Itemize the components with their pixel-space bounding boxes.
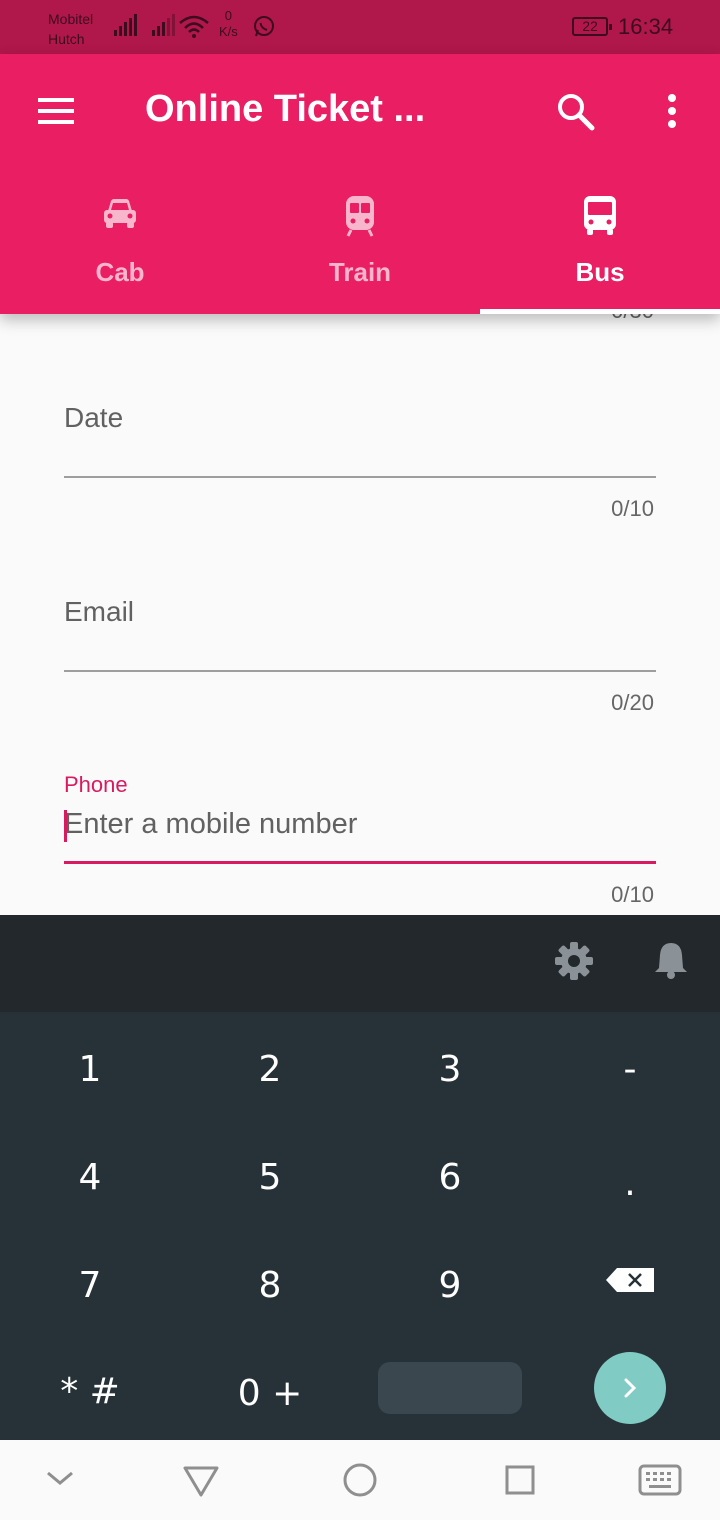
key-7[interactable]: 7 xyxy=(0,1232,180,1339)
signal-icon xyxy=(114,14,137,36)
date-underline xyxy=(64,476,656,478)
tab-label: Train xyxy=(328,257,392,287)
chevron-right-icon xyxy=(624,1378,637,1398)
date-field[interactable]: Date 0/10 xyxy=(64,396,656,526)
space-key[interactable] xyxy=(378,1362,522,1414)
ticket-form: 0/30 Date 0/10 Email 0/20 Phone Enter a … xyxy=(0,314,720,915)
phone-field[interactable]: Phone Enter a mobile number 0/10 xyxy=(64,772,656,912)
back-icon[interactable] xyxy=(182,1464,220,1498)
carrier-names: Mobitel Hutch xyxy=(48,9,93,49)
email-counter: 0/20 xyxy=(611,690,654,715)
carrier-1: Mobitel xyxy=(48,11,94,27)
key-4[interactable]: 4 xyxy=(0,1124,180,1231)
tab-bus[interactable]: Bus xyxy=(480,184,720,314)
tab-train[interactable]: Train xyxy=(240,184,480,314)
tab-indicator xyxy=(480,309,720,314)
clock: 16:34 xyxy=(618,14,674,39)
search-icon[interactable] xyxy=(556,92,596,132)
app-bar: Online Ticket ... Cab Train Bus xyxy=(0,54,720,314)
date-label: Date xyxy=(64,402,124,433)
key-6[interactable]: 6 xyxy=(360,1124,540,1231)
car-icon xyxy=(104,199,136,228)
home-icon[interactable] xyxy=(342,1462,378,1498)
page-title: Online Ticket ... xyxy=(145,88,426,130)
bus-icon xyxy=(584,196,616,235)
phone-underline xyxy=(64,861,656,864)
key-0-plus[interactable]: 0 + xyxy=(180,1340,360,1447)
carrier-2: Hutch xyxy=(48,31,85,47)
key-1[interactable]: 1 xyxy=(0,1016,180,1123)
tab-label: Bus xyxy=(575,257,625,287)
email-field[interactable]: Email 0/20 xyxy=(64,590,656,720)
date-counter: 0/10 xyxy=(611,496,654,521)
wifi-icon xyxy=(179,15,209,38)
phone-placeholder: Enter a mobile number xyxy=(64,808,358,840)
key-2[interactable]: 2 xyxy=(180,1016,360,1123)
battery-indicator: 22 xyxy=(572,17,612,36)
status-bar: Mobitel Hutch 0 K/s 22 16:34 xyxy=(0,0,720,54)
key-8[interactable]: 8 xyxy=(180,1232,360,1339)
whatsapp-icon xyxy=(254,16,274,37)
phone-label: Phone xyxy=(64,772,128,797)
backspace-key[interactable] xyxy=(540,1226,720,1333)
field-counter: 0/30 xyxy=(611,314,654,324)
chevron-down-icon[interactable] xyxy=(44,1468,76,1488)
text-cursor xyxy=(64,810,67,842)
more-options-icon[interactable] xyxy=(666,94,678,128)
enter-key[interactable] xyxy=(594,1352,666,1424)
email-label: Email xyxy=(64,596,135,627)
email-underline xyxy=(64,670,656,672)
key-star-hash[interactable]: * # xyxy=(0,1338,180,1445)
tab-label: Cab xyxy=(95,257,145,287)
train-icon xyxy=(346,196,374,237)
tab-bar: Cab Train Bus xyxy=(0,184,720,314)
keyboard-icon[interactable] xyxy=(638,1464,682,1496)
recents-icon[interactable] xyxy=(504,1464,536,1496)
tab-cab[interactable]: Cab xyxy=(0,184,240,314)
phone-counter: 0/10 xyxy=(611,882,654,907)
gear-icon[interactable] xyxy=(554,941,594,981)
menu-icon[interactable] xyxy=(38,98,74,124)
bell-icon[interactable] xyxy=(654,940,688,980)
signal-icon xyxy=(152,14,175,36)
key-3[interactable]: 3 xyxy=(360,1016,540,1123)
system-nav-bar xyxy=(0,1440,720,1520)
key-9[interactable]: 9 xyxy=(360,1232,540,1339)
network-speed: 0 K/s xyxy=(219,8,238,39)
key-dash[interactable]: - xyxy=(540,1016,720,1123)
numeric-keyboard: 1 2 3 - 4 5 6 . 7 8 9 * # 0 + xyxy=(0,1012,720,1440)
keyboard-toolbar xyxy=(0,915,720,1012)
backspace-icon xyxy=(606,1267,654,1292)
key-5[interactable]: 5 xyxy=(180,1124,360,1231)
key-dot[interactable]: . xyxy=(540,1130,720,1237)
